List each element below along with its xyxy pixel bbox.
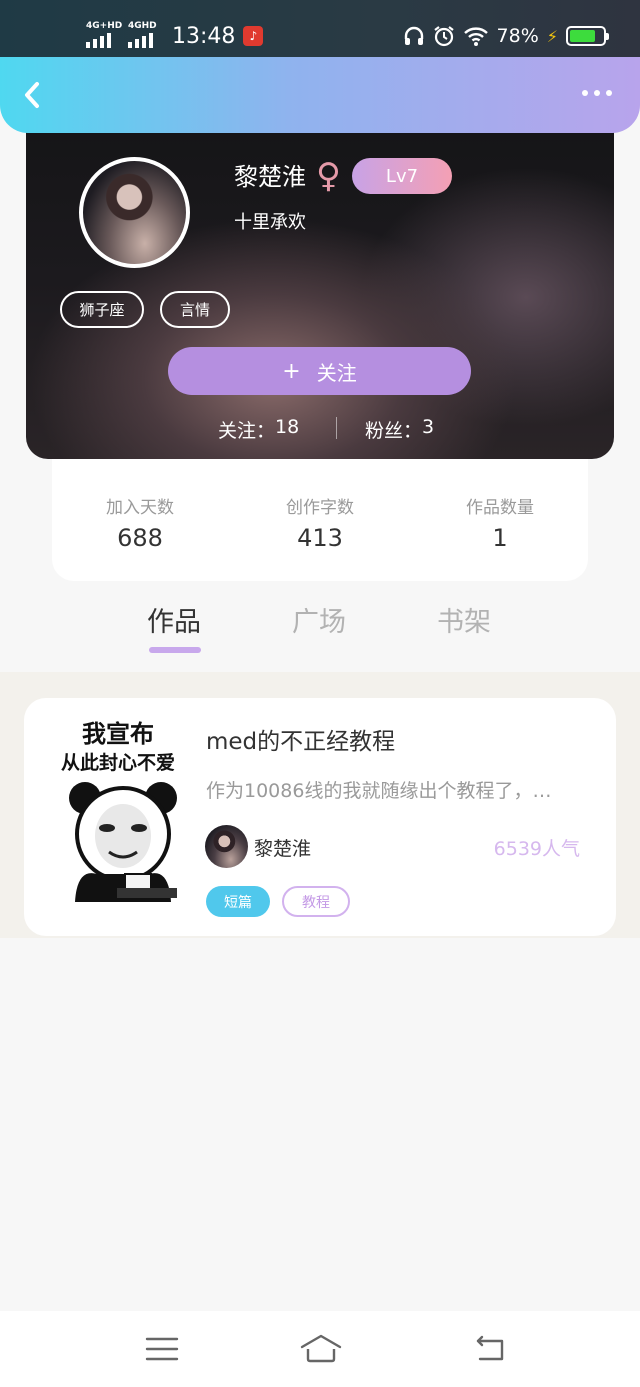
- profile-tag: 言情: [160, 291, 230, 328]
- menu-button[interactable]: [144, 1333, 180, 1365]
- system-nav-bar: [0, 1311, 640, 1387]
- author-avatar: [205, 825, 248, 868]
- battery-icon: [566, 26, 609, 46]
- user-name: 黎楚淮: [234, 163, 306, 191]
- work-cover: 我宣布 从此封心不爱: [49, 714, 187, 904]
- stat-works-count: 作品数量 1: [430, 493, 570, 552]
- status-right: 78% ⚡: [403, 22, 609, 50]
- back-button[interactable]: [20, 79, 46, 111]
- status-time: 13:48: [172, 23, 236, 49]
- cover-text: 从此封心不爱: [60, 752, 175, 774]
- following-count: 18: [275, 416, 300, 438]
- alarm-icon: [433, 26, 454, 47]
- female-icon: ♀: [316, 156, 341, 196]
- stat-value: 688: [117, 524, 163, 552]
- following-stat[interactable]: 关注： 18: [218, 416, 299, 443]
- stat-label: 创作字数: [286, 498, 354, 518]
- fans-count: 3: [422, 416, 435, 438]
- stats-card: 加入天数 688 创作字数 413 作品数量 1: [52, 459, 588, 581]
- netease-music-icon: ♪: [243, 26, 264, 46]
- wifi-icon: [463, 27, 488, 46]
- work-title: med的不正经教程: [206, 729, 396, 755]
- level-badge: Lv7: [352, 158, 452, 194]
- back-nav-button[interactable]: [472, 1333, 508, 1365]
- avatar[interactable]: [79, 157, 190, 268]
- stat-label: 作品数量: [466, 498, 534, 518]
- cover-text: 我宣布: [82, 720, 154, 748]
- network-label: 4G+HD: [86, 21, 123, 31]
- home-icon: [300, 1334, 342, 1363]
- profile-tag: 狮子座: [60, 291, 144, 328]
- stat-word-count: 创作字数 413: [250, 493, 390, 552]
- work-author: 黎楚淮: [254, 838, 312, 860]
- fans-label: 粉丝：: [365, 420, 423, 442]
- stat-value: 413: [297, 524, 343, 552]
- following-label: 关注：: [218, 420, 276, 442]
- menu-icon: [145, 1337, 179, 1361]
- work-tag: 短篇: [206, 886, 270, 917]
- charging-icon: ⚡: [546, 26, 558, 46]
- battery-percent: 78%: [496, 25, 539, 47]
- work-card[interactable]: 我宣布 从此封心不爱 med的不正经教程 作为10086线的我就随缘出个教程了，…: [24, 698, 616, 936]
- work-description: 作为10086线的我就随缘出个教程了，…: [206, 780, 552, 802]
- chevron-left-icon: [25, 82, 39, 108]
- tab-works[interactable]: 作品: [147, 600, 201, 639]
- stat-join-days: 加入天数 688: [70, 493, 210, 552]
- signal-icon: 4G+HD: [86, 21, 123, 50]
- more-dots-icon: [582, 90, 588, 96]
- stat-label: 加入天数: [106, 498, 174, 518]
- network-label: 4GHD: [128, 21, 157, 31]
- divider: [336, 417, 337, 439]
- fans-stat[interactable]: 粉丝： 3: [365, 416, 434, 443]
- work-tag: 教程: [282, 886, 350, 917]
- headphones-icon: [404, 26, 423, 45]
- tab-indicator: [149, 647, 201, 653]
- user-signature: 十里承欢: [234, 212, 306, 233]
- panda-meme-image: [69, 782, 177, 902]
- home-button[interactable]: [300, 1333, 342, 1365]
- tab-square[interactable]: 广场: [292, 600, 346, 639]
- status-left: 4G+HD 4GHD 13:48 ♪: [86, 20, 264, 52]
- top-header: [0, 57, 640, 133]
- work-popularity: 6539人气: [493, 838, 580, 860]
- signal-icon: 4GHD: [128, 22, 162, 50]
- follow-button[interactable]: + 关注: [168, 347, 471, 395]
- plus-icon: +: [282, 358, 301, 384]
- back-icon: [476, 1335, 504, 1361]
- more-button[interactable]: [582, 83, 616, 103]
- profile-card: [26, 100, 614, 459]
- stat-value: 1: [492, 524, 508, 552]
- tab-bookshelf[interactable]: 书架: [437, 600, 491, 639]
- follow-label: 关注: [316, 360, 357, 385]
